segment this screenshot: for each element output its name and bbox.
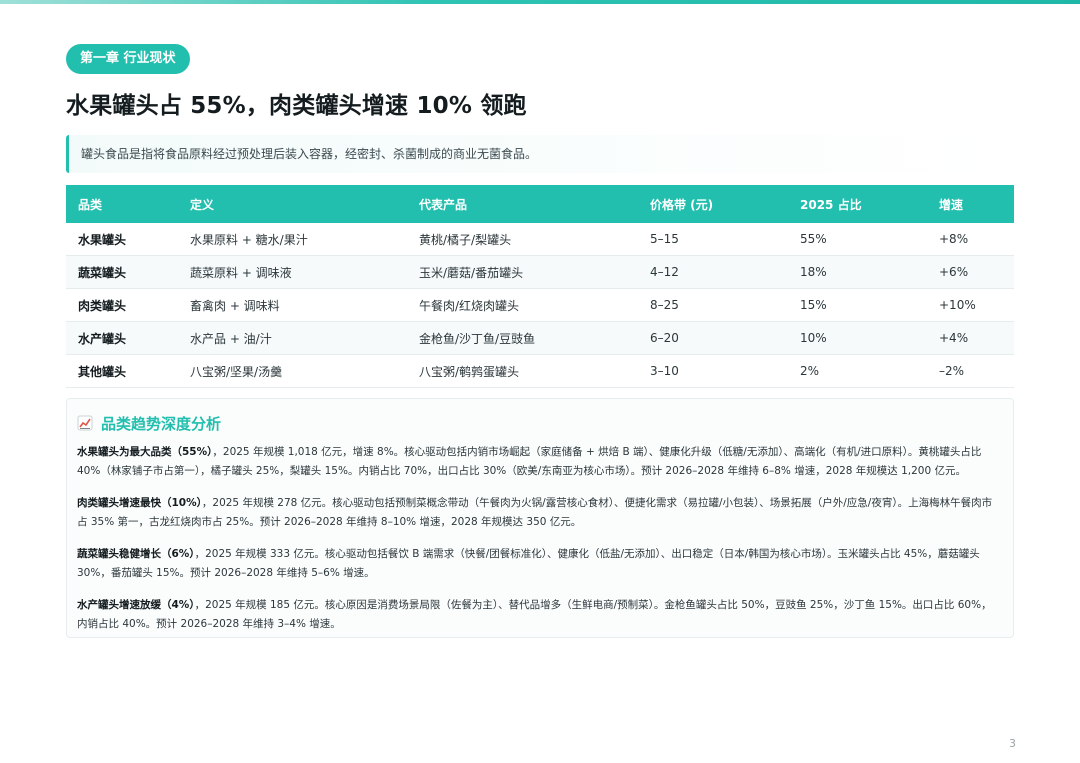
category-table: 品类 定义 代表产品 价格带 (元) 2025 占比 增速 水果罐头 水果原料 … bbox=[66, 185, 1014, 388]
analysis-paragraph: 肉类罐头增速最快（10%），2025 年规模 278 亿元。核心驱动包括预制菜概… bbox=[77, 494, 1001, 532]
chapter-badge: 第一章 行业现状 bbox=[66, 44, 190, 74]
cell-definition: 畜禽肉 + 调味料 bbox=[178, 288, 407, 322]
paragraph-lead: 水果罐头为最大品类（55%） bbox=[77, 446, 213, 458]
cell-products: 午餐肉/红烧肉罐头 bbox=[407, 288, 638, 322]
cell-products: 玉米/蘑菇/番茄罐头 bbox=[407, 255, 638, 289]
analysis-header: 品类趋势深度分析 bbox=[77, 411, 1001, 435]
cell-definition: 水果原料 + 糖水/果汁 bbox=[178, 223, 407, 256]
cell-category: 其他罐头 bbox=[66, 354, 178, 388]
cell-share: 2% bbox=[788, 354, 927, 388]
analysis-paragraph: 水产罐头增速放缓（4%），2025 年规模 185 亿元。核心原因是消费场景局限… bbox=[77, 596, 1001, 634]
cell-price: 5–15 bbox=[638, 223, 788, 256]
header-share: 2025 占比 bbox=[788, 185, 927, 223]
cell-definition: 八宝粥/坚果/汤羹 bbox=[178, 354, 407, 388]
cell-category: 水产罐头 bbox=[66, 321, 178, 355]
cell-share: 18% bbox=[788, 255, 927, 289]
analysis-title: 品类趋势深度分析 bbox=[101, 414, 222, 433]
table-row: 水果罐头 水果原料 + 糖水/果汁 黄桃/橘子/梨罐头 5–15 55% +8% bbox=[66, 223, 1014, 256]
trend-chart-icon bbox=[77, 415, 93, 431]
cell-share: 55% bbox=[788, 223, 927, 256]
top-accent-bar bbox=[0, 0, 1080, 4]
table-row: 蔬菜罐头 蔬菜原料 + 调味液 玉米/蘑菇/番茄罐头 4–12 18% +6% bbox=[66, 255, 1014, 289]
header-category: 品类 bbox=[66, 185, 178, 223]
analysis-paragraph: 水果罐头为最大品类（55%），2025 年规模 1,018 亿元，增速 8%。核… bbox=[77, 443, 1001, 481]
cell-growth: –2% bbox=[927, 354, 1014, 388]
page-title: 水果罐头占 55%，肉类罐头增速 10% 领跑 bbox=[66, 93, 527, 119]
header-products: 代表产品 bbox=[407, 185, 638, 223]
cell-definition: 水产品 + 油/汁 bbox=[178, 321, 407, 355]
cell-price: 4–12 bbox=[638, 255, 788, 289]
paragraph-lead: 肉类罐头增速最快（10%） bbox=[77, 497, 202, 509]
cell-products: 八宝粥/鹌鹑蛋罐头 bbox=[407, 354, 638, 388]
paragraph-body: ，2025 年规模 1,018 亿元，增速 8%。核心驱动包括内销市场崛起（家庭… bbox=[77, 446, 982, 477]
cell-price: 6–20 bbox=[638, 321, 788, 355]
paragraph-lead: 水产罐头增速放缓（4%） bbox=[77, 599, 195, 611]
table-row: 水产罐头 水产品 + 油/汁 金枪鱼/沙丁鱼/豆豉鱼 6–20 10% +4% bbox=[66, 321, 1014, 355]
table-row: 肉类罐头 畜禽肉 + 调味料 午餐肉/红烧肉罐头 8–25 15% +10% bbox=[66, 288, 1014, 322]
cell-share: 10% bbox=[788, 321, 927, 355]
cell-growth: +4% bbox=[927, 321, 1014, 355]
cell-share: 15% bbox=[788, 288, 927, 322]
paragraph-body: ，2025 年规模 278 亿元。核心驱动包括预制菜概念带动（午餐肉为火锅/露营… bbox=[77, 497, 993, 528]
cell-growth: +8% bbox=[927, 223, 1014, 256]
paragraph-lead: 蔬菜罐头稳健增长（6%） bbox=[77, 548, 195, 560]
page-number: 3 bbox=[1009, 737, 1016, 750]
cell-category: 蔬菜罐头 bbox=[66, 255, 178, 289]
paragraph-body: ，2025 年规模 185 亿元。核心原因是消费场景局限（佐餐为主）、替代品增多… bbox=[77, 599, 992, 630]
cell-growth: +10% bbox=[927, 288, 1014, 322]
intro-callout: 罐头食品是指将食品原料经过预处理后装入容器，经密封、杀菌制成的商业无菌食品。 bbox=[66, 135, 1012, 173]
cell-category: 水果罐头 bbox=[66, 223, 178, 256]
cell-growth: +6% bbox=[927, 255, 1014, 289]
table-header-row: 品类 定义 代表产品 价格带 (元) 2025 占比 增速 bbox=[66, 185, 1014, 223]
cell-products: 黄桃/橘子/梨罐头 bbox=[407, 223, 638, 256]
cell-definition: 蔬菜原料 + 调味液 bbox=[178, 255, 407, 289]
analysis-panel: 品类趋势深度分析 水果罐头为最大品类（55%），2025 年规模 1,018 亿… bbox=[66, 398, 1014, 638]
cell-price: 3–10 bbox=[638, 354, 788, 388]
cell-price: 8–25 bbox=[638, 288, 788, 322]
paragraph-body: ，2025 年规模 333 亿元。核心驱动包括餐饮 B 端需求（快餐/团餐标准化… bbox=[77, 548, 980, 579]
table-row: 其他罐头 八宝粥/坚果/汤羹 八宝粥/鹌鹑蛋罐头 3–10 2% –2% bbox=[66, 354, 1014, 388]
cell-products: 金枪鱼/沙丁鱼/豆豉鱼 bbox=[407, 321, 638, 355]
analysis-paragraph: 蔬菜罐头稳健增长（6%），2025 年规模 333 亿元。核心驱动包括餐饮 B … bbox=[77, 545, 1001, 583]
header-growth: 增速 bbox=[927, 185, 1014, 223]
header-definition: 定义 bbox=[178, 185, 407, 223]
header-price: 价格带 (元) bbox=[638, 185, 788, 223]
cell-category: 肉类罐头 bbox=[66, 288, 178, 322]
